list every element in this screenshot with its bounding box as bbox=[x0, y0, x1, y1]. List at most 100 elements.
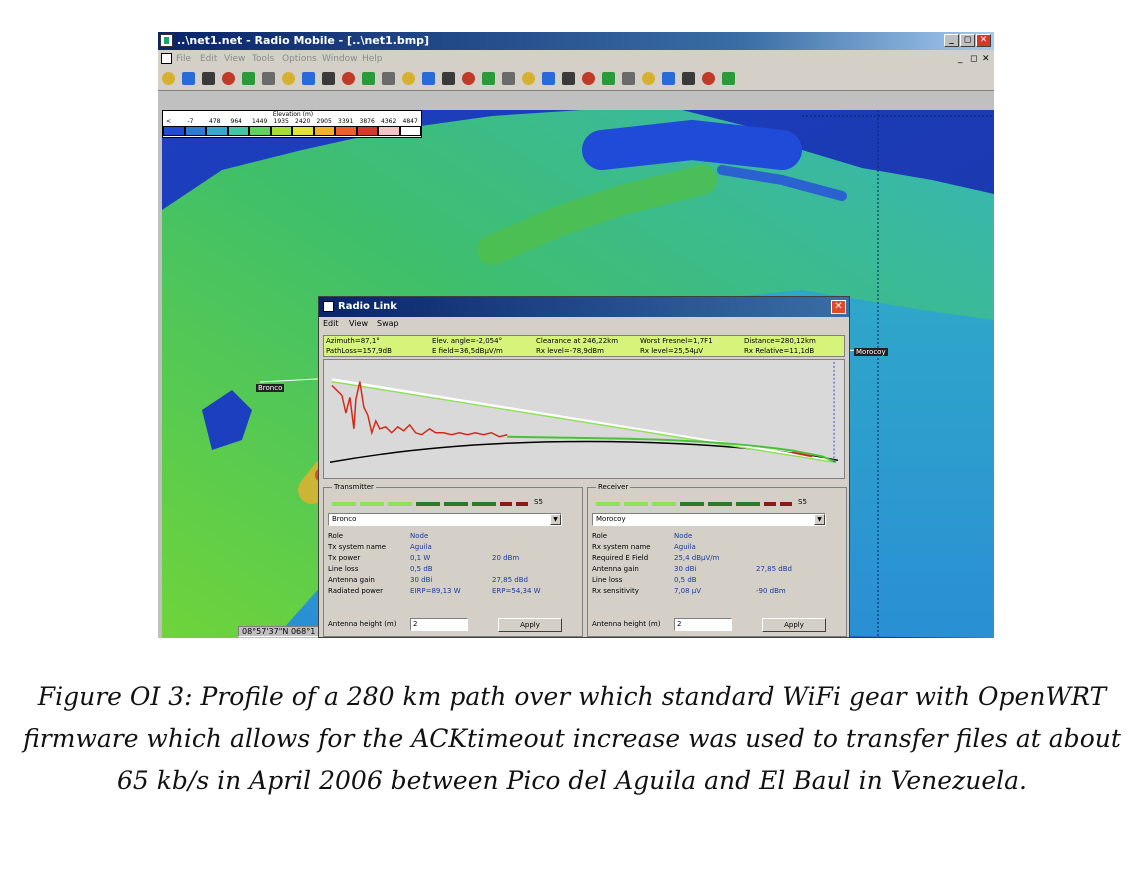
menu-bar: File Edit View Tools Options Window Help… bbox=[158, 50, 994, 68]
mdi-close-button[interactable]: ✕ bbox=[982, 50, 990, 68]
rx-row-system-name: Rx system name Aguila bbox=[592, 543, 844, 553]
minimize-button[interactable]: _ bbox=[944, 34, 959, 47]
receiver-s-meter: S5 bbox=[798, 498, 807, 506]
transmitter-unit-select[interactable]: Bronco ▼ bbox=[328, 513, 562, 526]
settings-icon[interactable] bbox=[522, 72, 535, 85]
rx-sensitivity-uv: 7,08 µV bbox=[674, 587, 702, 595]
sphere-icon[interactable] bbox=[642, 72, 655, 85]
properties-icon[interactable] bbox=[222, 72, 235, 85]
rx-efield-value: 25,4 dBµV/m bbox=[674, 554, 720, 562]
app-icon[interactable] bbox=[160, 34, 173, 47]
mdi-minimize-button[interactable]: _ bbox=[958, 50, 963, 68]
status-coordinates: 08°57'37"N 068°1 bbox=[238, 626, 320, 637]
restore-button[interactable]: ◻ bbox=[960, 34, 975, 47]
rx-row-required-efield: Required E Field 25,4 dBµV/m bbox=[592, 554, 844, 564]
rx-gain-dbi: 30 dBi bbox=[674, 565, 697, 573]
tx-row-line-loss: Line loss 0,5 dB bbox=[328, 565, 580, 575]
color-icon[interactable] bbox=[662, 72, 675, 85]
menu-help[interactable]: Help bbox=[362, 50, 383, 68]
window-titlebar[interactable]: ..\net1.net - Radio Mobile - [..\net1.bm… bbox=[158, 32, 994, 50]
rx-apply-button[interactable]: Apply bbox=[762, 618, 826, 632]
tx-system-label: Tx system name bbox=[328, 543, 387, 551]
globe-icon[interactable] bbox=[262, 72, 275, 85]
receiver-unit-select[interactable]: Morocoy ▼ bbox=[592, 513, 826, 526]
legend-swatch bbox=[313, 126, 335, 136]
legend-swatch bbox=[270, 126, 292, 136]
legend-swatch bbox=[163, 126, 185, 136]
legend-swatch bbox=[249, 126, 271, 136]
select-icon[interactable] bbox=[542, 72, 555, 85]
tx-row-power: Tx power 0,1 W 20 dBm bbox=[328, 554, 580, 564]
menu-edit[interactable]: Edit bbox=[200, 50, 217, 68]
rx-antenna-height-input[interactable]: 2 bbox=[674, 618, 732, 631]
receiver-unit-value: Morocoy bbox=[596, 515, 626, 523]
info-distance: Distance=280,12km bbox=[744, 337, 816, 345]
legend-swatch bbox=[206, 126, 228, 136]
tx-apply-button[interactable]: Apply bbox=[498, 618, 562, 632]
transmitter-s-meter: S5 bbox=[534, 498, 543, 506]
print-icon[interactable] bbox=[442, 72, 455, 85]
dialog-close-button[interactable]: ✕ bbox=[831, 300, 846, 314]
menu-window[interactable]: Window bbox=[322, 50, 358, 68]
elevation-legend: Elevation (m) < -7 478 964 1449 1935 2420 2905 3… bbox=[162, 110, 422, 138]
menu-view[interactable]: View bbox=[224, 50, 245, 68]
info-pathloss: PathLoss=157,9dB bbox=[326, 347, 392, 355]
grid-icon[interactable] bbox=[582, 72, 595, 85]
dialog-menu-edit[interactable]: Edit bbox=[323, 317, 339, 331]
image-icon[interactable] bbox=[702, 72, 715, 85]
rx-system-value: Aguila bbox=[674, 543, 696, 551]
window-title: ..\net1.net - Radio Mobile - [..\net1.bm… bbox=[177, 34, 430, 47]
chevron-down-icon[interactable]: ▼ bbox=[550, 514, 561, 525]
tx-row-system-name: Tx system name Aguila bbox=[328, 543, 580, 553]
map-edit-icon[interactable] bbox=[382, 72, 395, 85]
document-icon[interactable] bbox=[161, 53, 172, 64]
map-icon[interactable] bbox=[362, 72, 375, 85]
rx-antenna-height-row: Antenna height (m) 2 Apply bbox=[592, 618, 844, 632]
radio-icon[interactable] bbox=[282, 72, 295, 85]
legend-swatch bbox=[378, 126, 400, 136]
legend-value: 478 bbox=[209, 118, 221, 125]
earth-icon[interactable] bbox=[622, 72, 635, 85]
mdi-restore-button[interactable]: ◻ bbox=[970, 50, 977, 68]
close-button[interactable]: ✕ bbox=[976, 34, 991, 47]
dialog-menu-swap[interactable]: Swap bbox=[377, 317, 399, 331]
coverage-icon[interactable] bbox=[502, 72, 515, 85]
picture-icon[interactable] bbox=[422, 72, 435, 85]
rx-sensitivity-label: Rx sensitivity bbox=[592, 587, 639, 595]
exit-icon[interactable] bbox=[722, 72, 735, 85]
path-profile-chart[interactable] bbox=[323, 359, 845, 479]
merge-icon[interactable] bbox=[402, 72, 415, 85]
menu-options[interactable]: Options bbox=[282, 50, 317, 68]
tx-erp-value: ERP=54,34 W bbox=[492, 587, 541, 595]
new-icon[interactable] bbox=[162, 72, 175, 85]
open-icon[interactable] bbox=[182, 72, 195, 85]
zoom-icon[interactable] bbox=[302, 72, 315, 85]
transmitter-label: Transmitter bbox=[332, 483, 376, 491]
tx-system-value: Aguila bbox=[410, 543, 432, 551]
legend-value: 4362 bbox=[381, 118, 397, 125]
info-rx-level-uv: Rx level=25,54µV bbox=[640, 347, 704, 355]
network-icon[interactable] bbox=[562, 72, 575, 85]
save-icon[interactable] bbox=[202, 72, 215, 85]
back-icon[interactable] bbox=[342, 72, 355, 85]
menu-file[interactable]: File bbox=[176, 50, 191, 68]
tx-row-radiated-power: Radiated power EIRP=89,13 W ERP=54,34 W bbox=[328, 587, 580, 597]
menu-tools[interactable]: Tools bbox=[252, 50, 274, 68]
tx-role-label: Role bbox=[328, 532, 344, 540]
play-icon[interactable] bbox=[322, 72, 335, 85]
copy-icon[interactable] bbox=[462, 72, 475, 85]
tx-power-dbm: 20 dBm bbox=[492, 554, 520, 562]
chevron-down-icon[interactable]: ▼ bbox=[814, 514, 825, 525]
dialog-menu-view[interactable]: View bbox=[349, 317, 368, 331]
rx-gain-dbd: 27,85 dBd bbox=[756, 565, 792, 573]
paste-icon[interactable] bbox=[482, 72, 495, 85]
rx-lineloss-label: Line loss bbox=[592, 576, 623, 584]
link-icon[interactable] bbox=[242, 72, 255, 85]
tx-antenna-height-input[interactable]: 2 bbox=[410, 618, 468, 631]
rx-antenna-height-label: Antenna height (m) bbox=[592, 620, 661, 628]
legend-swatch bbox=[292, 126, 314, 136]
chart-icon[interactable] bbox=[682, 72, 695, 85]
terrain-icon[interactable] bbox=[602, 72, 615, 85]
dialog-titlebar[interactable]: Radio Link ✕ bbox=[319, 297, 849, 317]
rx-efield-label: Required E Field bbox=[592, 554, 649, 562]
